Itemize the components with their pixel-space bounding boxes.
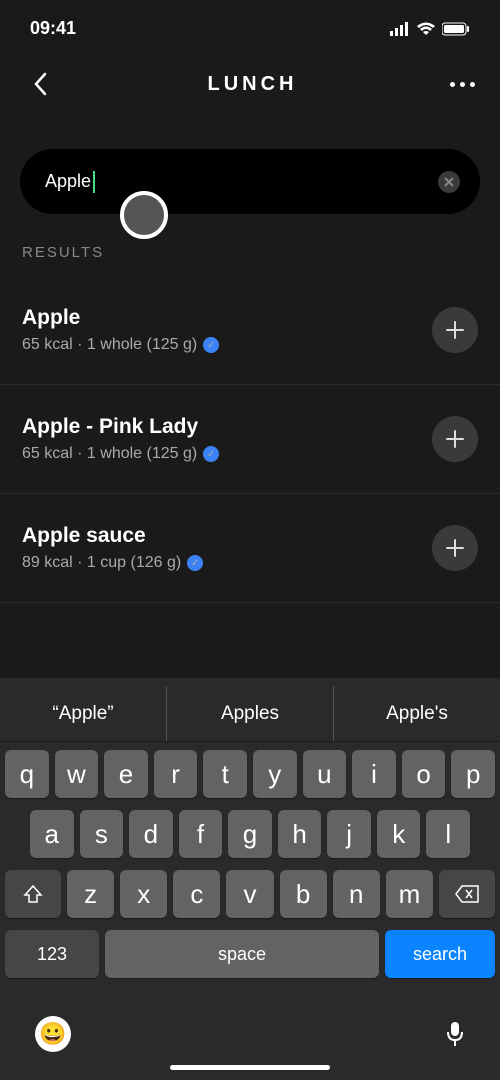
backspace-key[interactable] [439, 870, 495, 918]
touch-indicator [120, 191, 168, 239]
key-row-4: 123 space search [5, 930, 495, 978]
search-input[interactable]: Apple [20, 149, 480, 214]
wifi-icon [416, 22, 436, 36]
key-y[interactable]: y [253, 750, 297, 798]
key-row-2: a s d f g h j k l [5, 810, 495, 858]
keyboard: “Apple” Apples Apple's q w e r t y u i o… [0, 678, 500, 1080]
result-name: Apple - Pink Lady [22, 415, 219, 439]
result-item[interactable]: Apple 65 kcal · 1 whole (125 g) ✓ [0, 276, 500, 385]
key-z[interactable]: z [67, 870, 114, 918]
key-row-1: q w e r t y u i o p [5, 750, 495, 798]
key-x[interactable]: x [120, 870, 167, 918]
search-value: Apple [45, 171, 91, 192]
back-button[interactable] [25, 69, 55, 99]
verified-badge-icon: ✓ [187, 555, 203, 571]
result-info: Apple - Pink Lady 65 kcal · 1 whole (125… [22, 415, 219, 463]
key-b[interactable]: b [280, 870, 327, 918]
status-bar: 09:41 [0, 0, 500, 49]
result-name: Apple [22, 306, 219, 330]
dot-icon [460, 82, 465, 87]
emoji-button[interactable]: 😀 [35, 1016, 71, 1052]
plus-icon [445, 320, 465, 340]
key-i[interactable]: i [352, 750, 396, 798]
result-info: Apple sauce 89 kcal · 1 cup (126 g) ✓ [22, 524, 203, 572]
key-k[interactable]: k [377, 810, 421, 858]
verified-badge-icon: ✓ [203, 446, 219, 462]
battery-icon [442, 22, 470, 36]
key-q[interactable]: q [5, 750, 49, 798]
result-item[interactable]: Apple - Pink Lady 65 kcal · 1 whole (125… [0, 385, 500, 494]
key-t[interactable]: t [203, 750, 247, 798]
shift-icon [22, 883, 44, 905]
key-v[interactable]: v [226, 870, 273, 918]
result-details: 65 kcal · 1 whole (125 g) ✓ [22, 336, 219, 354]
key-e[interactable]: e [104, 750, 148, 798]
key-c[interactable]: c [173, 870, 220, 918]
key-row-3: z x c v b n m [5, 870, 495, 918]
key-j[interactable]: j [327, 810, 371, 858]
add-food-button[interactable] [432, 307, 478, 353]
close-icon [444, 177, 454, 187]
emoji-icon: 😀 [39, 1021, 66, 1047]
add-food-button[interactable] [432, 525, 478, 571]
key-p[interactable]: p [451, 750, 495, 798]
key-d[interactable]: d [129, 810, 173, 858]
result-details: 89 kcal · 1 cup (126 g) ✓ [22, 554, 203, 572]
key-u[interactable]: u [303, 750, 347, 798]
menu-button[interactable] [450, 82, 475, 87]
page-title: LUNCH [208, 73, 298, 96]
verified-badge-icon: ✓ [203, 337, 219, 353]
key-w[interactable]: w [55, 750, 99, 798]
key-l[interactable]: l [426, 810, 470, 858]
keyboard-suggestions: “Apple” Apples Apple's [0, 686, 500, 742]
time-label: 09:41 [30, 18, 76, 39]
mic-icon [445, 1020, 465, 1048]
status-icons [390, 22, 470, 36]
result-item[interactable]: Apple sauce 89 kcal · 1 cup (126 g) ✓ [0, 494, 500, 603]
cellular-icon [390, 22, 410, 36]
results-list: Apple 65 kcal · 1 whole (125 g) ✓ Apple … [0, 276, 500, 603]
space-key[interactable]: space [105, 930, 379, 978]
key-h[interactable]: h [278, 810, 322, 858]
suggestion-item[interactable]: Apples [167, 686, 334, 741]
clear-search-button[interactable] [438, 171, 460, 193]
key-f[interactable]: f [179, 810, 223, 858]
key-s[interactable]: s [80, 810, 124, 858]
mic-button[interactable] [445, 1020, 465, 1048]
plus-icon [445, 429, 465, 449]
result-info: Apple 65 kcal · 1 whole (125 g) ✓ [22, 306, 219, 354]
add-food-button[interactable] [432, 416, 478, 462]
suggestion-item[interactable]: “Apple” [0, 686, 167, 741]
key-m[interactable]: m [386, 870, 433, 918]
result-name: Apple sauce [22, 524, 203, 548]
plus-icon [445, 538, 465, 558]
text-cursor [93, 171, 95, 193]
key-n[interactable]: n [333, 870, 380, 918]
suggestion-item[interactable]: Apple's [334, 686, 500, 741]
shift-key[interactable] [5, 870, 61, 918]
key-o[interactable]: o [402, 750, 446, 798]
key-r[interactable]: r [154, 750, 198, 798]
home-indicator[interactable] [170, 1065, 330, 1070]
key-rows: q w e r t y u i o p a s d f g h j k l z [0, 742, 500, 1000]
key-a[interactable]: a [30, 810, 74, 858]
numeric-key[interactable]: 123 [5, 930, 99, 978]
results-label: RESULTS [0, 244, 500, 261]
header: LUNCH [0, 49, 500, 119]
dot-icon [470, 82, 475, 87]
result-details: 65 kcal · 1 whole (125 g) ✓ [22, 445, 219, 463]
dot-icon [450, 82, 455, 87]
chevron-left-icon [33, 72, 47, 96]
search-container: Apple [20, 149, 480, 214]
search-key[interactable]: search [385, 930, 495, 978]
key-g[interactable]: g [228, 810, 272, 858]
backspace-icon [454, 884, 480, 904]
